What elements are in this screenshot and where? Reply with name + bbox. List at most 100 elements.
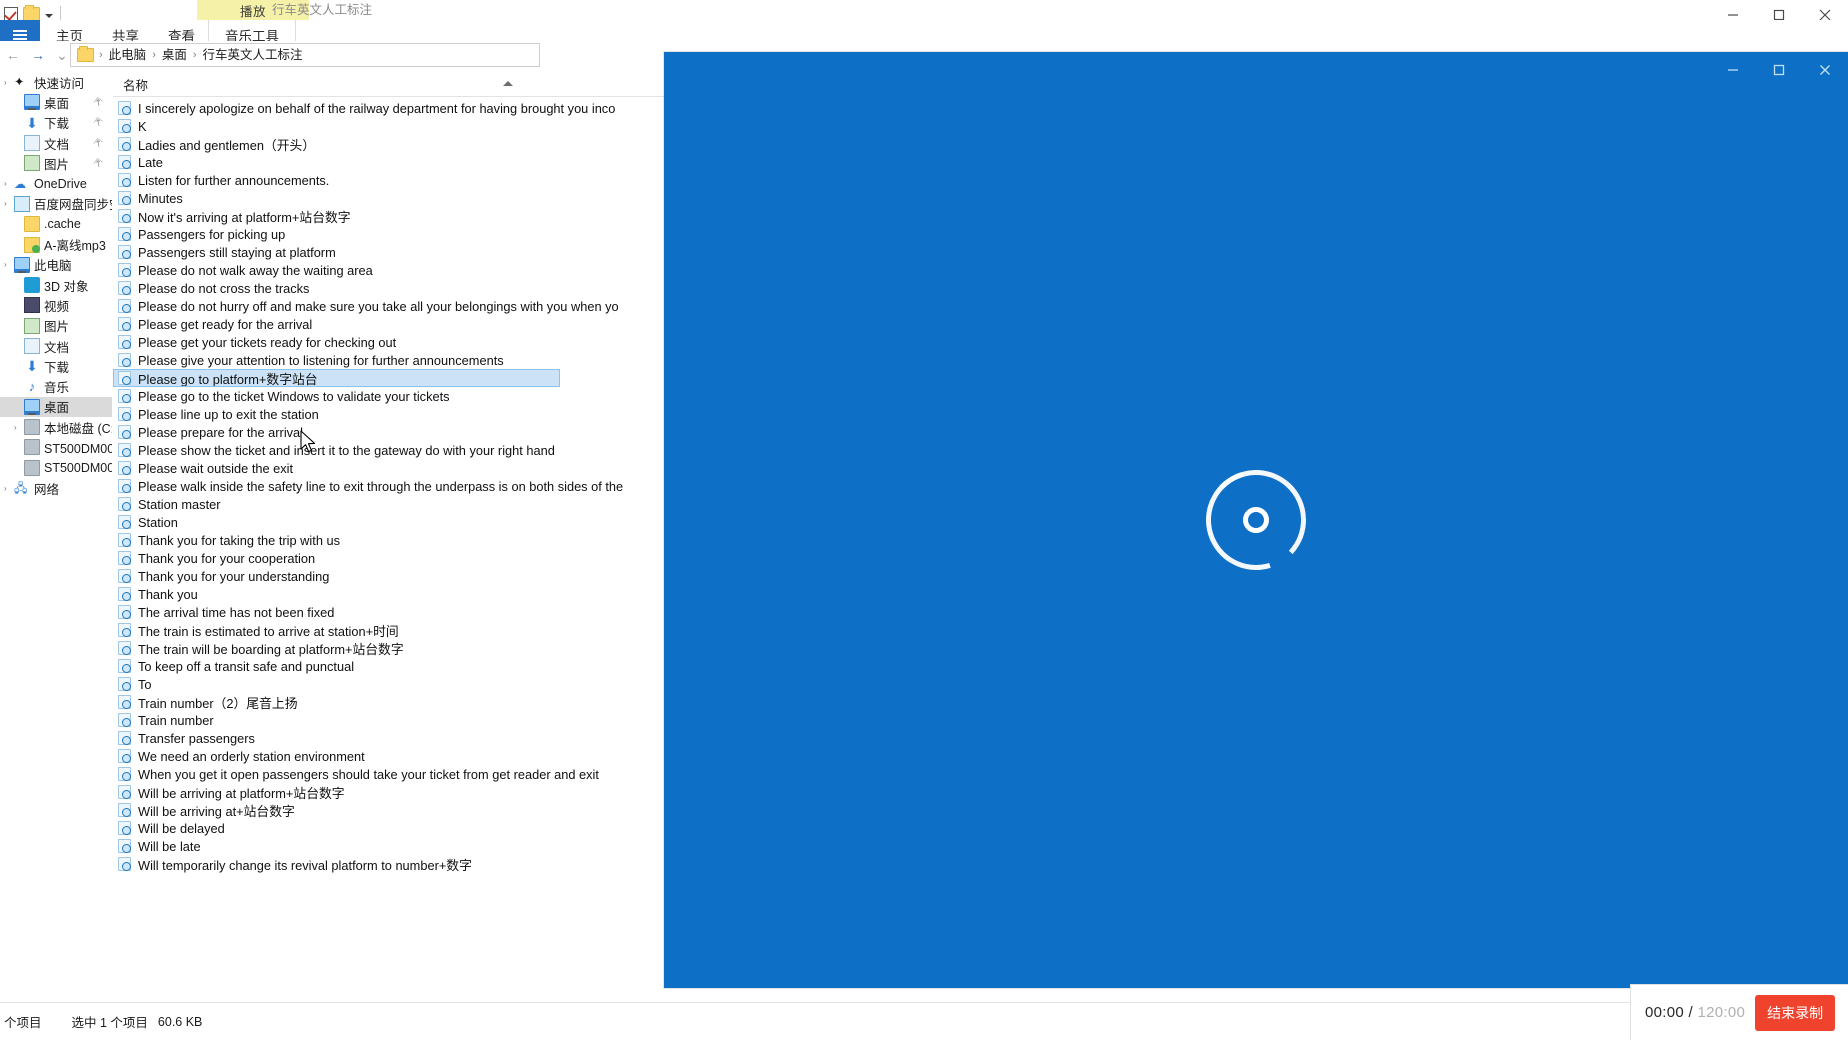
file-name: Will temporarily change its revival plat… bbox=[138, 857, 472, 873]
sidebar-item-label: 图片 bbox=[44, 157, 70, 172]
drive-icon bbox=[24, 419, 40, 436]
breadcrumb-desktop[interactable]: 桌面 bbox=[158, 44, 191, 66]
crumb-separator-1: › bbox=[152, 49, 156, 61]
pictures-icon bbox=[24, 317, 40, 334]
expand-chevron-icon[interactable]: › bbox=[4, 260, 14, 269]
media-close-button[interactable] bbox=[1802, 52, 1848, 88]
expand-chevron-icon[interactable]: › bbox=[4, 78, 14, 87]
audio-file-icon bbox=[118, 137, 131, 151]
sidebar-item-9[interactable]: › 此电脑 bbox=[0, 255, 112, 275]
file-name: Please do not cross the tracks bbox=[138, 280, 310, 296]
file-name: Please prepare for the arrival bbox=[138, 424, 304, 440]
sidebar-item-1[interactable]: 桌面 ⇱ bbox=[0, 92, 112, 112]
sidebar-item-18[interactable]: ST500DM002短期 bbox=[0, 437, 112, 457]
file-name: The arrival time has not been fixed bbox=[138, 604, 335, 620]
stop-recording-button[interactable]: 结束录制 bbox=[1755, 994, 1836, 1031]
audio-file-icon bbox=[118, 461, 131, 475]
file-name: I sincerely apologize on behalf of the r… bbox=[138, 100, 616, 116]
audio-file-icon bbox=[118, 857, 131, 871]
sidebar-item-13[interactable]: 文档 bbox=[0, 336, 112, 356]
audio-file-icon bbox=[118, 767, 131, 781]
sidebar-item-11[interactable]: 视频 bbox=[0, 295, 112, 315]
sidebar-item-2[interactable]: ⬇ 下载 ⇱ bbox=[0, 113, 112, 133]
file-name: When you get it open passengers should t… bbox=[138, 766, 599, 782]
3d-objects-icon bbox=[24, 277, 40, 294]
sidebar-item-16[interactable]: 桌面 bbox=[0, 396, 112, 418]
forward-button[interactable]: → bbox=[26, 42, 50, 68]
file-name: Please do not hurry off and make sure yo… bbox=[138, 298, 619, 314]
sidebar-item-label: 百度网盘同步空间 bbox=[34, 198, 112, 213]
sidebar-item-label: ST500DM002短期 bbox=[44, 441, 112, 456]
star-icon: ✦ bbox=[14, 75, 25, 90]
breadcrumb-current-folder[interactable]: 行车英文人工标注 bbox=[199, 44, 307, 66]
table-row[interactable]: Please go to platform+数字站台 bbox=[113, 369, 560, 387]
sidebar-item-8[interactable]: A-离线mp3 bbox=[0, 234, 112, 254]
sidebar-item-label: 3D 对象 bbox=[44, 279, 89, 294]
sidebar-item-4[interactable]: 图片 ⇱ bbox=[0, 153, 112, 173]
screen-recording-bar: 00:00 / 120:00 结束录制 bbox=[1630, 984, 1848, 1040]
videos-icon bbox=[24, 297, 40, 314]
audio-file-icon bbox=[118, 389, 131, 403]
audio-file-icon bbox=[118, 605, 131, 619]
sidebar-item-6[interactable]: › 百度网盘同步空间 bbox=[0, 194, 112, 214]
expand-chevron-icon[interactable]: › bbox=[4, 199, 14, 208]
audio-file-icon bbox=[118, 569, 131, 583]
sidebar-item-label: 网络 bbox=[34, 482, 60, 497]
pin-icon[interactable]: ⇱ bbox=[92, 157, 105, 170]
media-maximize-button[interactable] bbox=[1756, 52, 1802, 88]
sidebar-item-12[interactable]: 图片 bbox=[0, 316, 112, 336]
media-minimize-button[interactable] bbox=[1710, 52, 1756, 88]
pin-icon[interactable]: ⇱ bbox=[92, 136, 105, 149]
audio-file-icon bbox=[118, 443, 131, 457]
sidebar-item-17[interactable]: › 本地磁盘 (C:) bbox=[0, 417, 112, 437]
file-name: Thank you for your cooperation bbox=[138, 550, 316, 566]
navigation-pane[interactable]: ›✦快速访问桌面⇱⬇下载⇱文档⇱图片⇱›☁OneDrive›百度网盘同步空间.c… bbox=[0, 72, 112, 1002]
expand-chevron-icon[interactable]: › bbox=[14, 423, 24, 432]
baidu-disk-icon bbox=[14, 195, 30, 212]
file-name: Station bbox=[138, 514, 178, 530]
document-icon bbox=[24, 338, 40, 354]
sidebar-item-20[interactable]: › 🖧 网络 bbox=[0, 478, 112, 498]
pin-icon[interactable]: ⇱ bbox=[92, 116, 105, 129]
file-name: Station master bbox=[138, 496, 221, 512]
sidebar-item-3[interactable]: 文档 ⇱ bbox=[0, 133, 112, 153]
audio-file-icon bbox=[118, 407, 131, 421]
recording-separator: / bbox=[1688, 1004, 1693, 1021]
checkbox-icon[interactable] bbox=[4, 7, 18, 21]
back-button[interactable]: ← bbox=[0, 42, 26, 68]
file-name: Minutes bbox=[138, 190, 183, 206]
sidebar-item-label: OneDrive bbox=[34, 176, 87, 191]
file-name: Will be late bbox=[138, 838, 201, 854]
audio-file-icon bbox=[118, 695, 131, 709]
status-item-count: 个项目 bbox=[4, 1016, 42, 1030]
sidebar-item-5[interactable]: › ☁ OneDrive bbox=[0, 173, 112, 193]
breadcrumb[interactable]: › 此电脑 › 桌面 › 行车英文人工标注 bbox=[70, 43, 540, 67]
pin-icon[interactable]: ⇱ bbox=[92, 96, 105, 109]
sidebar-item-14[interactable]: ⬇ 下载 bbox=[0, 356, 112, 376]
sidebar-item-7[interactable]: .cache bbox=[0, 214, 112, 234]
audio-file-icon bbox=[118, 227, 131, 241]
file-name: Passengers still staying at platform bbox=[138, 244, 336, 260]
audio-file-icon bbox=[118, 839, 131, 853]
sidebar-item-19[interactable]: ST500DM002OS2 bbox=[0, 458, 112, 478]
column-header-name[interactable]: 名称 bbox=[123, 75, 148, 94]
breadcrumb-this-pc[interactable]: 此电脑 bbox=[105, 44, 151, 66]
sidebar-item-10[interactable]: 3D 对象 bbox=[0, 275, 112, 295]
sidebar-item-15[interactable]: ♪ 音乐 bbox=[0, 376, 112, 396]
media-player-window[interactable] bbox=[664, 52, 1848, 988]
quick-access-toolbar[interactable] bbox=[4, 4, 63, 22]
audio-file-icon bbox=[118, 731, 131, 745]
sidebar-item-0[interactable]: › ✦ 快速访问 bbox=[0, 72, 112, 92]
expand-chevron-icon[interactable]: › bbox=[4, 179, 14, 188]
expand-chevron-icon[interactable]: › bbox=[4, 484, 14, 493]
file-name: Transfer passengers bbox=[138, 730, 255, 746]
file-name: Now it's arriving at platform+站台数字 bbox=[138, 209, 351, 225]
audio-file-icon bbox=[118, 119, 131, 133]
download-icon: ⬇ bbox=[26, 114, 38, 131]
file-name: Please do not walk away the waiting area bbox=[138, 262, 373, 278]
dropdown-caret-icon[interactable] bbox=[45, 14, 53, 18]
folder-icon[interactable] bbox=[23, 5, 40, 21]
document-icon bbox=[24, 135, 40, 152]
recording-elapsed: 00:00 bbox=[1645, 1004, 1685, 1021]
file-name: Will be arriving at platform+站台数字 bbox=[138, 785, 345, 801]
